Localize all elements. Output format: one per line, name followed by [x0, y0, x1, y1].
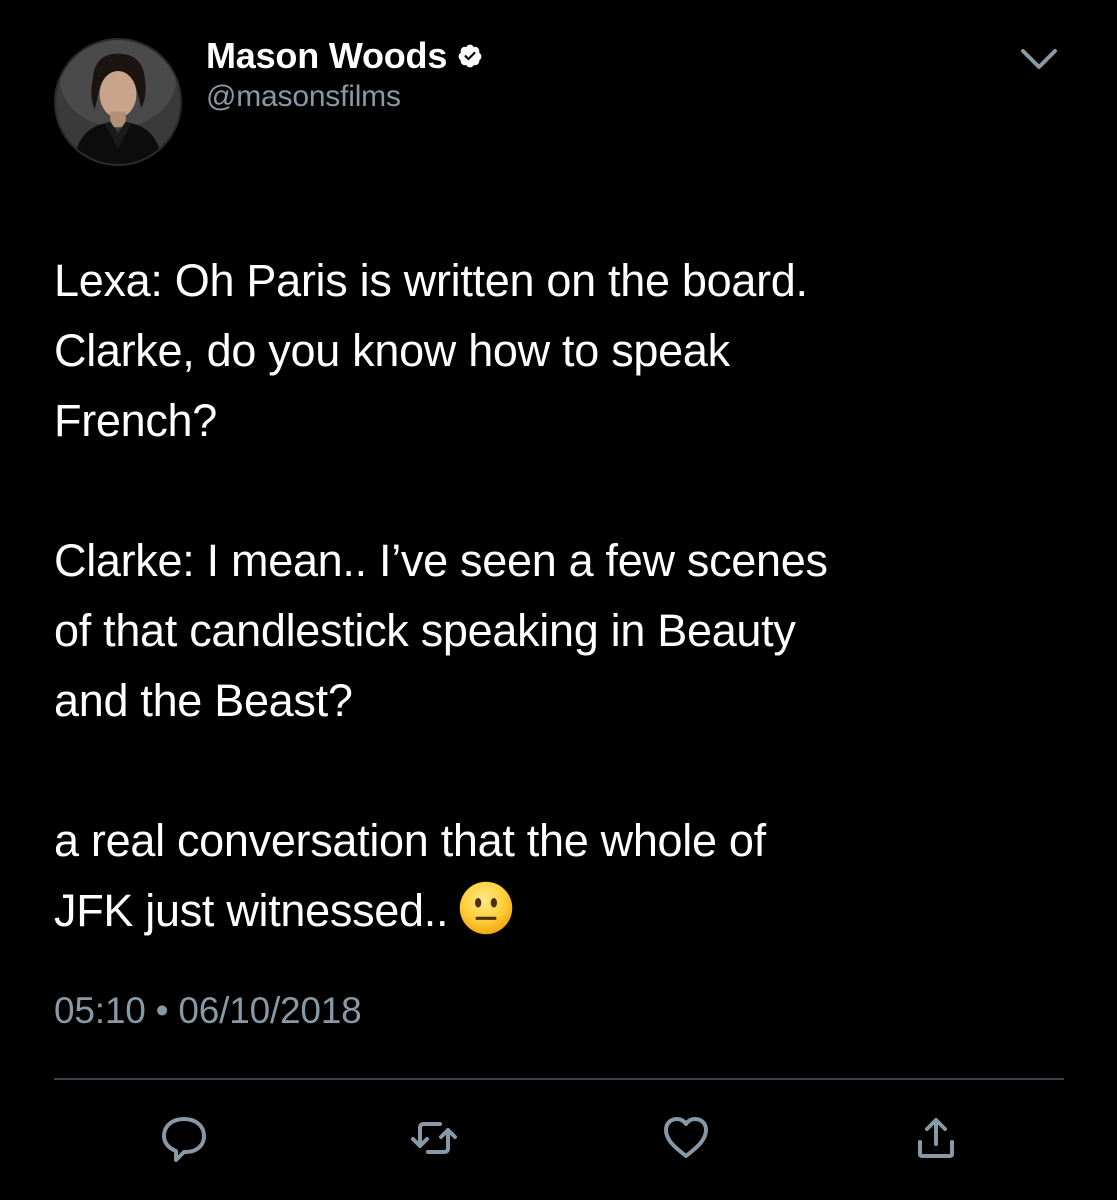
share-button[interactable]	[908, 1110, 964, 1166]
verified-badge-icon	[458, 44, 482, 68]
divider	[54, 1078, 1064, 1080]
timestamp-time: 05:10	[54, 990, 146, 1031]
reply-icon	[162, 1117, 206, 1162]
reply-button[interactable]	[156, 1110, 212, 1166]
avatar[interactable]	[54, 38, 182, 166]
share-icon	[918, 1118, 954, 1158]
retweet-icon	[411, 1122, 457, 1154]
name-row: Mason Woods	[206, 34, 483, 78]
avatar-portrait-image	[56, 40, 180, 164]
timestamp-separator: •	[155, 990, 169, 1031]
tweet-paragraph: Lexa: Oh Paris is written on the board. …	[54, 255, 808, 446]
action-bar	[0, 1110, 1117, 1170]
neutral-face-emoji	[459, 881, 513, 935]
like-button[interactable]	[658, 1110, 714, 1166]
tweet-paragraph-text: a real conversation that the whole of JF…	[54, 815, 766, 936]
user-handle[interactable]: @masonsfilms	[206, 80, 401, 114]
retweet-button[interactable]	[406, 1110, 462, 1166]
display-name[interactable]: Mason Woods	[206, 35, 447, 77]
tweet-timestamp[interactable]: 05:10 • 06/10/2018	[54, 990, 362, 1032]
tweet-card: Mason Woods @masonsfilms Lexa: Oh Paris …	[0, 0, 1117, 1200]
timestamp-date: 06/10/2018	[178, 990, 362, 1031]
tweet-text: Lexa: Oh Paris is written on the board. …	[54, 246, 1074, 946]
heart-icon	[664, 1117, 708, 1158]
chevron-down-icon[interactable]	[1018, 44, 1060, 74]
tweet-paragraph-last: a real conversation that the whole of JF…	[54, 806, 1074, 946]
tweet-paragraph: Clarke: I mean.. I’ve seen a few scenes …	[54, 535, 828, 726]
